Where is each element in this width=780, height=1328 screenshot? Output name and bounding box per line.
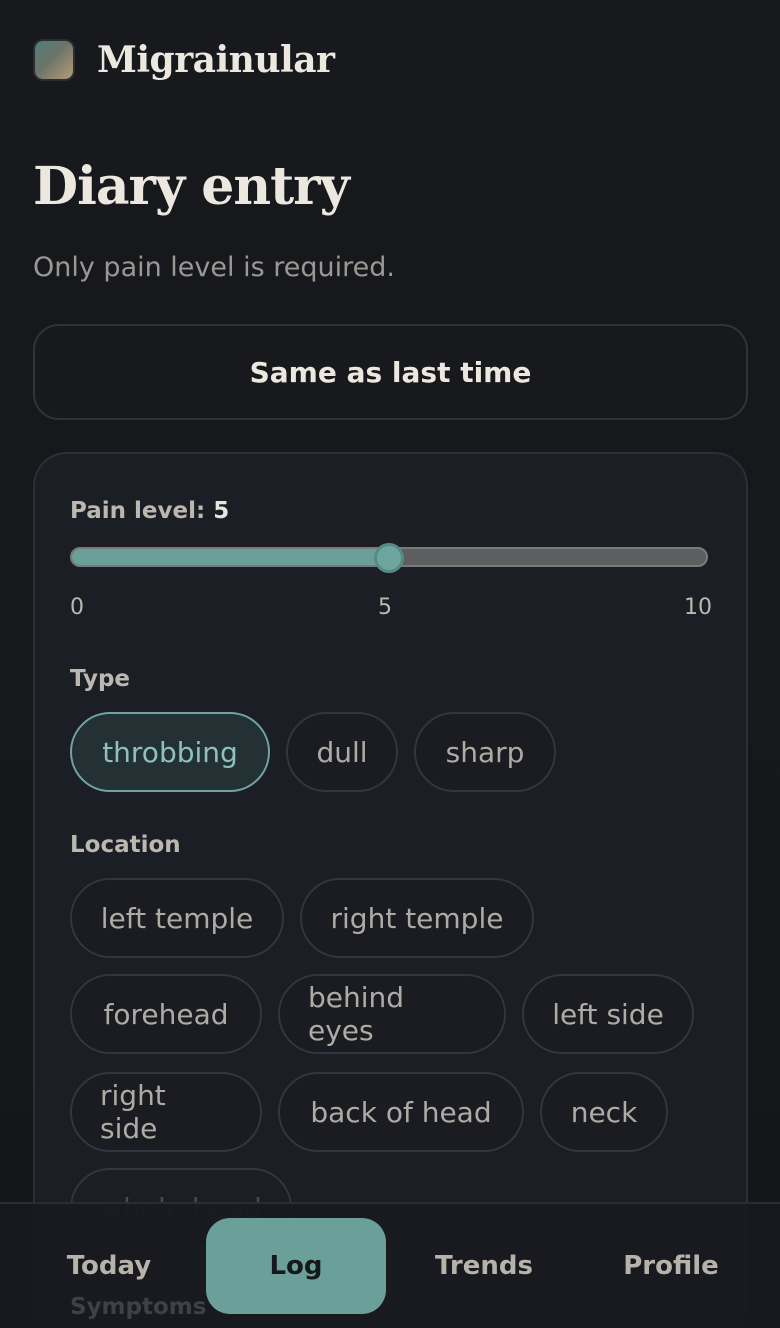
location-chip-neck[interactable]: neck xyxy=(540,1072,668,1152)
pain-level-value: 5 xyxy=(213,498,230,524)
slider-min-label: 0 xyxy=(70,595,84,620)
slider-mid-label: 5 xyxy=(378,595,392,620)
nav-trends[interactable]: Trends xyxy=(392,1218,576,1314)
same-as-last-time-button[interactable]: Same as last time xyxy=(33,324,748,420)
pain-level-label: Pain level: 5 xyxy=(70,498,229,524)
app-header: Migrainular xyxy=(33,38,335,82)
location-label: Location xyxy=(70,832,181,858)
app-name: Migrainular xyxy=(97,39,335,81)
type-chip-throbbing[interactable]: throbbing xyxy=(70,712,270,792)
page-title: Diary entry xyxy=(33,156,350,217)
nav-log[interactable]: Log xyxy=(206,1218,386,1314)
pain-level-slider[interactable] xyxy=(70,543,708,573)
location-chip-behind-eyes[interactable]: behind eyes xyxy=(278,974,506,1054)
app-logo-icon xyxy=(33,39,75,81)
pain-level-slider-fill xyxy=(72,549,389,565)
slider-max-label: 10 xyxy=(684,595,712,620)
pain-level-label-text: Pain level: xyxy=(70,498,214,524)
location-chip-right-side[interactable]: right side xyxy=(70,1072,262,1152)
location-chip-left-side[interactable]: left side xyxy=(522,974,694,1054)
type-chip-sharp[interactable]: sharp xyxy=(414,712,556,792)
location-chip-forehead[interactable]: forehead xyxy=(70,974,262,1054)
location-chip-right-temple[interactable]: right temple xyxy=(300,878,534,958)
type-chip-dull[interactable]: dull xyxy=(286,712,398,792)
nav-today[interactable]: Today xyxy=(18,1218,200,1314)
page-subtitle: Only pain level is required. xyxy=(33,252,395,283)
type-label: Type xyxy=(70,666,131,692)
pain-level-slider-thumb[interactable] xyxy=(374,543,404,573)
location-chip-back-of-head[interactable]: back of head xyxy=(278,1072,524,1152)
location-chip-left-temple[interactable]: left temple xyxy=(70,878,284,958)
nav-profile[interactable]: Profile xyxy=(580,1218,762,1314)
